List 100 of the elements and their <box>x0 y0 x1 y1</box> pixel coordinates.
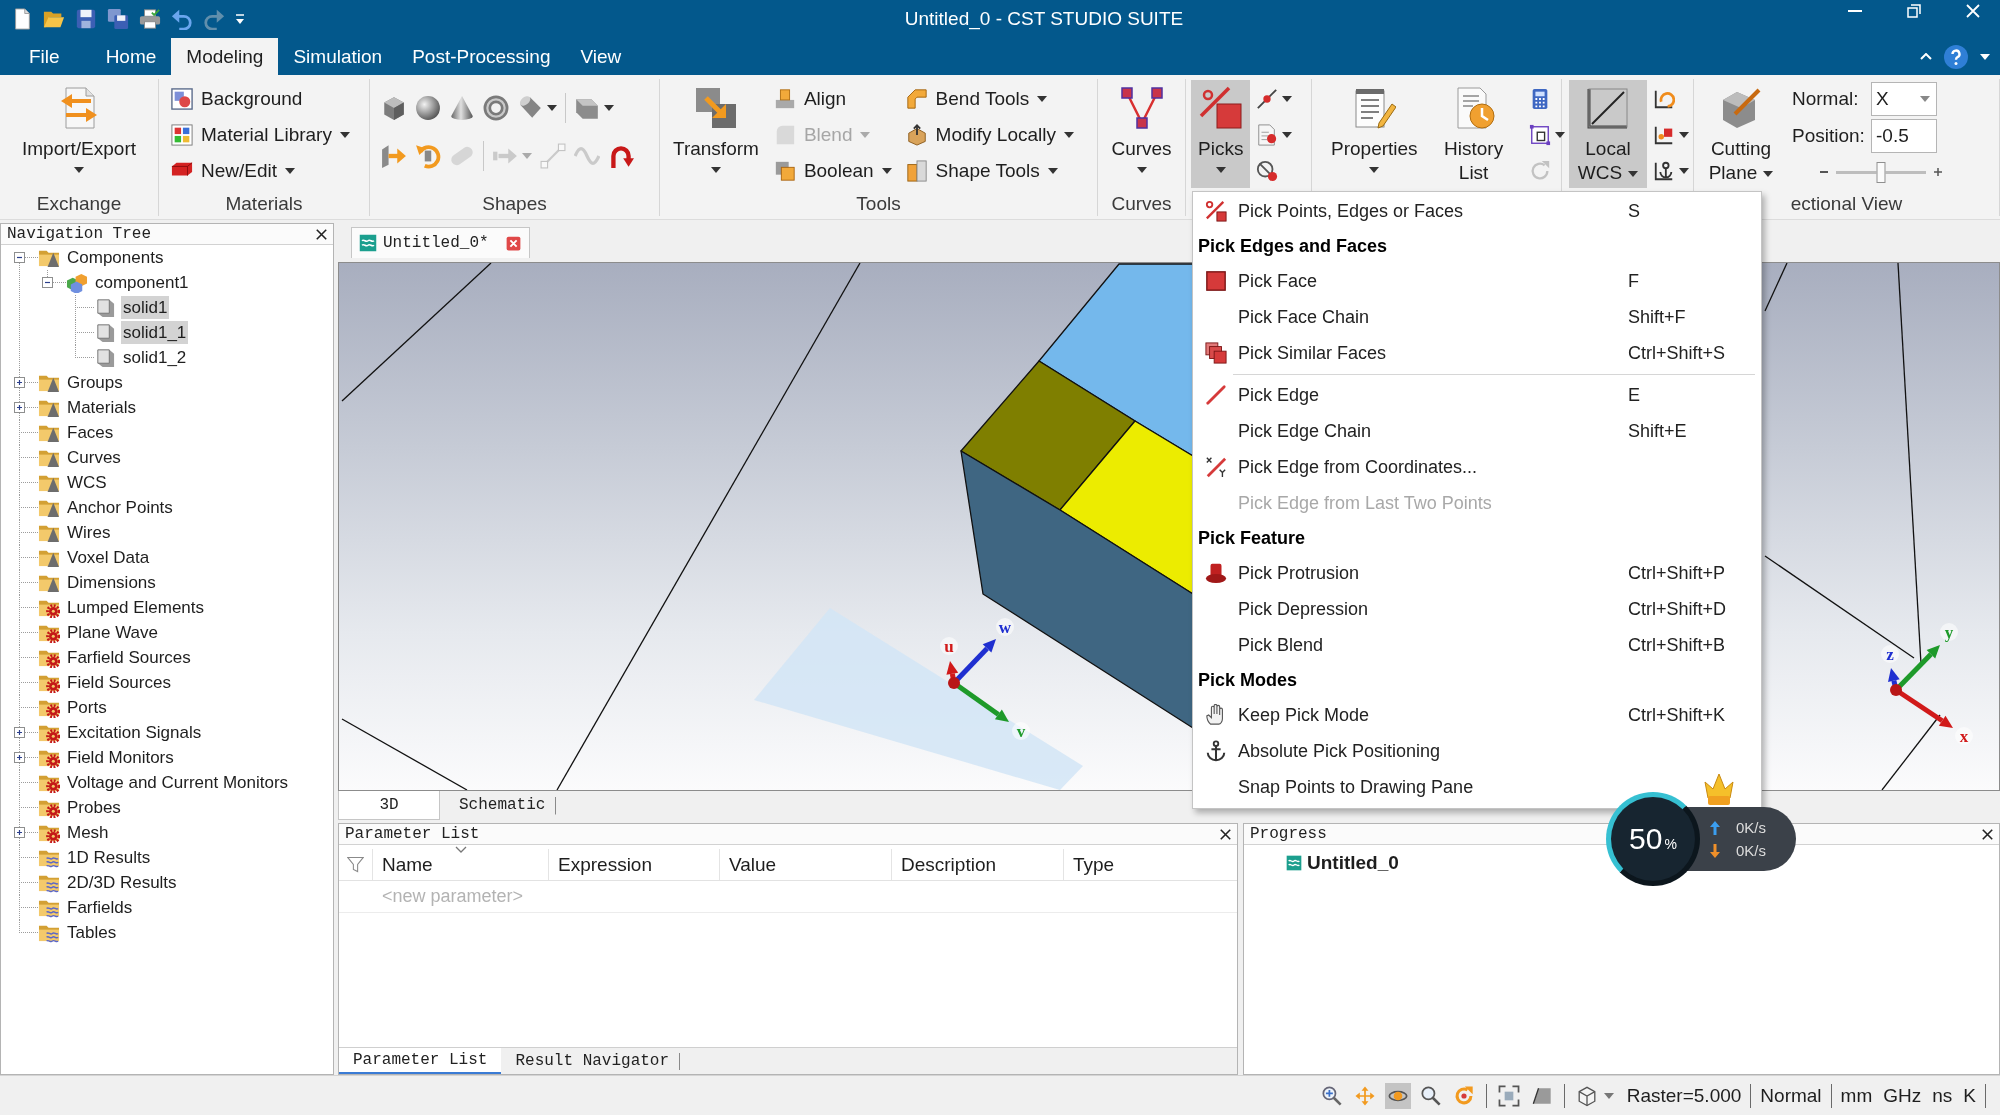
document-tab[interactable]: Untitled_0* <box>351 227 530 258</box>
tree-item[interactable]: Groups <box>65 371 125 394</box>
caret-icon[interactable] <box>74 167 84 173</box>
printer-icon[interactable] <box>139 8 161 30</box>
ribbon-button[interactable]: Material Library <box>167 117 354 153</box>
normal-dropdown[interactable]: X <box>1871 81 1937 116</box>
ribbon-tab[interactable]: View <box>565 38 637 75</box>
save-all-icon[interactable] <box>107 8 129 30</box>
ribbon-button[interactable]: Shape Tools <box>901 153 1062 189</box>
plate-arrow-icon[interactable] <box>381 143 407 169</box>
save-icon[interactable] <box>75 8 97 30</box>
panel-tab[interactable]: Result Navigator <box>501 1052 681 1070</box>
tree-item[interactable]: Dimensions <box>65 571 158 594</box>
menu-item[interactable]: Pick Face F <box>1193 263 1761 299</box>
ribbon-button[interactable]: History List <box>1430 80 1517 188</box>
ribbon-button[interactable]: Curves <box>1104 80 1179 188</box>
customize-caret-icon[interactable] <box>235 13 245 25</box>
tree-item[interactable]: Lumped Elements <box>65 596 207 619</box>
ribbon-tab[interactable]: File <box>14 38 75 75</box>
caret-icon[interactable] <box>1064 132 1074 138</box>
tree-item[interactable]: Components <box>65 246 166 269</box>
expand-icon[interactable] <box>13 752 25 763</box>
caret-icon[interactable] <box>604 105 614 111</box>
column-header[interactable]: Description <box>891 849 1063 880</box>
restore-icon[interactable] <box>1907 4 1921 18</box>
tree-item[interactable]: component1 <box>93 271 191 294</box>
ribbon-button[interactable]: Background <box>167 81 307 117</box>
tree-item[interactable]: Faces <box>65 421 116 444</box>
caret-icon[interactable] <box>1282 96 1293 102</box>
menu-item[interactable]: Pick Edge E <box>1193 377 1761 413</box>
u-turn-arrow-icon[interactable] <box>608 143 634 169</box>
help-icon[interactable] <box>1944 44 1968 69</box>
caret-icon[interactable] <box>1554 132 1565 138</box>
caret-icon[interactable] <box>1282 132 1293 138</box>
axes-move-icon[interactable] <box>1653 124 1675 146</box>
ribbon-button[interactable]: Picks <box>1191 80 1251 188</box>
column-header[interactable]: Name <box>372 849 548 880</box>
tree-item[interactable]: Anchor Points <box>65 496 175 519</box>
expand-icon[interactable] <box>13 377 25 388</box>
ribbon-button[interactable]: Bend Tools <box>901 81 1052 117</box>
position-field[interactable]: -0.5 <box>1871 118 1937 153</box>
caret-icon[interactable] <box>1628 171 1639 177</box>
caret-icon[interactable] <box>881 168 892 174</box>
ribbon-button[interactable]: Cutting Plane <box>1696 80 1786 188</box>
menu-item[interactable]: Pick Depression Ctrl+Shift+D <box>1193 591 1761 627</box>
tree-item[interactable]: Voltage and Current Monitors <box>65 771 291 794</box>
undo-icon[interactable] <box>171 8 193 30</box>
ribbon-button[interactable]: Properties <box>1324 80 1425 188</box>
tree-item[interactable]: solid1 <box>121 296 170 319</box>
caret-icon[interactable] <box>1679 132 1689 138</box>
caret-icon[interactable] <box>1215 167 1226 173</box>
ribbon-tab[interactable]: Modeling <box>171 38 279 75</box>
tree-item[interactable]: Excitation Signals <box>65 721 204 744</box>
orbit-icon[interactable] <box>1384 1082 1411 1109</box>
tree-item[interactable]: WCS <box>65 471 109 494</box>
ribbon-tab[interactable]: Post-Processing <box>397 38 566 75</box>
column-header[interactable]: Value <box>719 849 891 880</box>
tree-item[interactable]: Plane Wave <box>65 621 161 644</box>
chevron-up-icon[interactable] <box>1920 53 1932 60</box>
cone-icon[interactable] <box>449 95 475 121</box>
tree-item[interactable]: Wires <box>65 521 113 544</box>
expand-icon[interactable] <box>13 827 25 838</box>
caret-icon[interactable] <box>1047 168 1058 174</box>
panel-tab[interactable]: Parameter List <box>339 1048 502 1074</box>
menu-item[interactable]: Pick Points, Edges or Faces S <box>1193 193 1761 229</box>
ribbon-button[interactable]: Local WCS <box>1569 80 1647 188</box>
menu-item[interactable]: Pick Similar Faces Ctrl+Shift+S <box>1193 335 1761 371</box>
caret-icon[interactable] <box>1369 167 1380 173</box>
tree-item[interactable]: Curves <box>65 446 123 469</box>
point-on-line-icon[interactable] <box>1256 88 1279 110</box>
collapse-icon[interactable] <box>13 252 25 263</box>
tree-item[interactable]: Mesh <box>65 821 111 844</box>
caret-icon[interactable] <box>547 105 557 111</box>
collapse-icon[interactable] <box>41 277 53 288</box>
slider-thumb[interactable] <box>1876 161 1886 183</box>
mode-tab[interactable]: Schematic <box>440 796 557 815</box>
tree-item[interactable]: Materials <box>65 396 138 419</box>
axes-anchor-icon[interactable] <box>1653 160 1675 182</box>
menu-item[interactable]: Pick Edge Chain Shift+E <box>1193 413 1761 449</box>
ribbon-tab[interactable]: Simulation <box>278 38 398 75</box>
expand-icon[interactable] <box>13 727 25 738</box>
close-icon[interactable] <box>1982 828 1993 840</box>
menu-item[interactable]: Snap Points to Drawing Pane <box>1193 769 1761 805</box>
expand-icon[interactable] <box>13 402 25 413</box>
text-frame-icon[interactable] <box>1528 124 1551 146</box>
cube-icon[interactable] <box>381 95 407 121</box>
ribbon-button[interactable]: Transform <box>666 80 766 188</box>
tree-item[interactable]: Voxel Data <box>65 546 152 569</box>
column-header[interactable]: Expression <box>548 849 719 880</box>
menu-item[interactable]: Pick Protrusion Ctrl+Shift+P <box>1193 555 1761 591</box>
caret-icon[interactable] <box>285 168 296 174</box>
menu-item[interactable]: Keep Pick Mode Ctrl+Shift+K <box>1193 697 1761 733</box>
menu-item[interactable]: Pick Face Chain Shift+F <box>1193 299 1761 335</box>
caret-icon[interactable] <box>1037 96 1048 102</box>
torus-icon[interactable] <box>483 95 509 121</box>
caret-icon[interactable] <box>1980 53 1990 60</box>
ribbon-button[interactable]: Modify Locally <box>901 117 1078 153</box>
caret-icon[interactable] <box>1763 171 1774 177</box>
tree-item[interactable]: Tables <box>65 921 119 944</box>
mode-tab[interactable]: 3D <box>338 791 440 820</box>
